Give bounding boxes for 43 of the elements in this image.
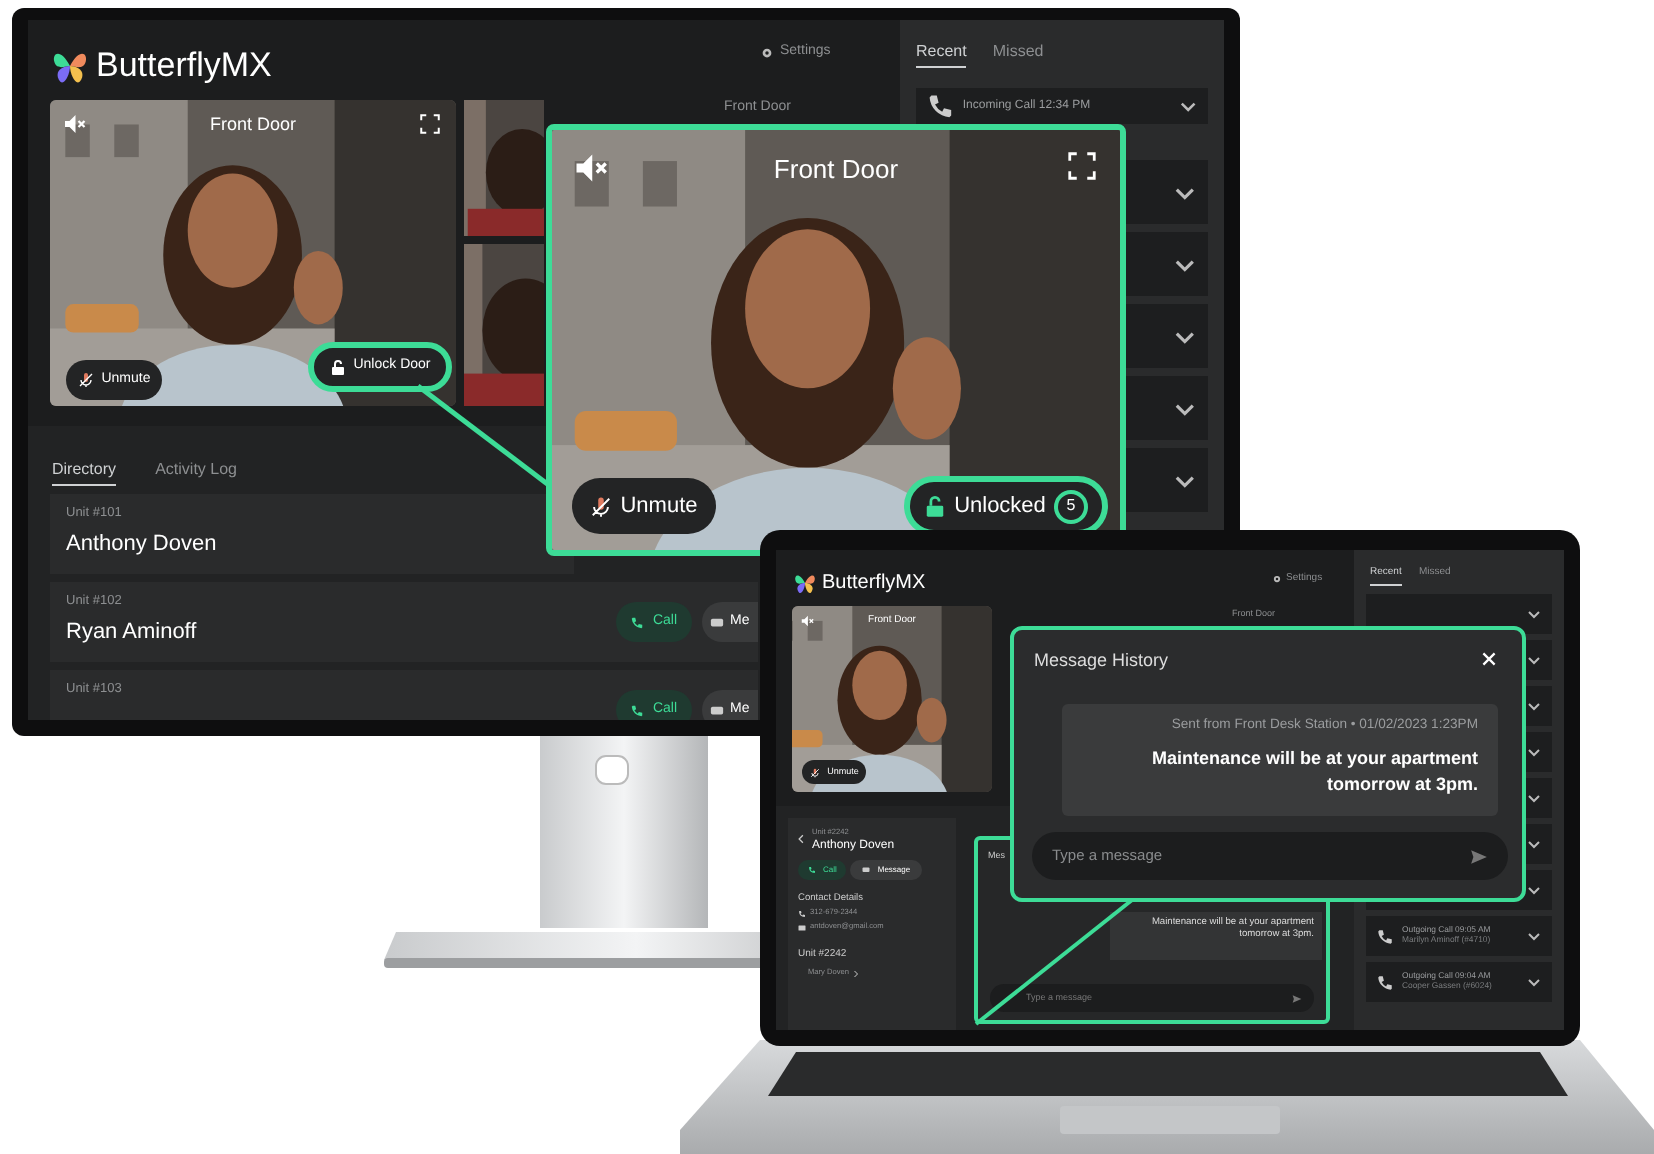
phone-icon	[1376, 973, 1394, 991]
send-icon	[1470, 847, 1488, 865]
mute-icon	[572, 150, 608, 186]
lock-icon	[329, 359, 346, 375]
mute-icon	[800, 614, 814, 628]
mic-off-icon	[77, 372, 94, 388]
tab[interactable]: Missed	[992, 40, 1044, 66]
tab[interactable]: Activity Log	[155, 458, 237, 484]
video-title: Front Door	[210, 112, 296, 138]
resident-name: Ryan Aminoff	[66, 617, 197, 648]
phone-icon	[630, 703, 645, 717]
resident-name: Anthony Doven	[66, 529, 217, 560]
close-icon	[1480, 650, 1498, 668]
phone-icon	[1376, 927, 1394, 945]
tab[interactable]: Recent	[916, 40, 967, 68]
phone-icon	[926, 91, 955, 121]
mic-off-icon	[809, 767, 820, 777]
chat-icon	[861, 866, 870, 874]
expand-icon	[420, 114, 440, 134]
message-text: Maintenance will be at your apartment tomorrow at 3pm.	[1149, 746, 1478, 799]
logo-text: ButterflyMX	[96, 44, 272, 88]
mute-icon	[62, 112, 86, 136]
expand-icon	[1068, 152, 1096, 180]
lock-icon	[924, 495, 947, 517]
phone-icon	[798, 909, 806, 918]
chevron-icon	[852, 969, 861, 978]
unmute-button[interactable]: Unmute	[572, 478, 716, 534]
chat-icon	[710, 703, 724, 717]
mic-off-icon	[590, 495, 613, 517]
video-title: Front Door	[773, 152, 899, 188]
countdown-timer: 5	[1053, 489, 1088, 523]
butterfly-logo-icon	[794, 572, 816, 594]
logo-text: ButterflyMX	[822, 570, 926, 598]
phone-icon	[630, 615, 645, 629]
gear-icon	[1272, 574, 1282, 585]
mail-icon	[798, 923, 806, 932]
gear-icon	[760, 45, 774, 60]
dialog-title: Message History	[1034, 648, 1169, 674]
send-icon	[1292, 993, 1302, 1003]
back-icon	[796, 834, 806, 844]
chat-icon	[710, 615, 724, 629]
tab[interactable]: Directory	[52, 458, 117, 486]
phone-icon	[807, 866, 816, 874]
